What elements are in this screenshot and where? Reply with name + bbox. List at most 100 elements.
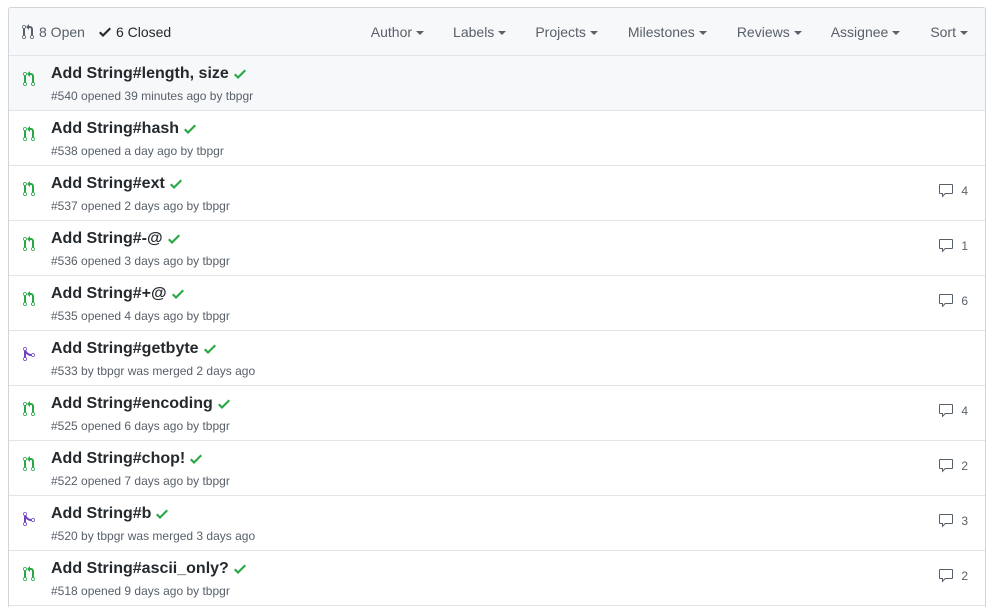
state-toggle: 8 Open 6 Closed bbox=[22, 23, 171, 40]
pull-request-list: 8 Open 6 Closed Author Labels Projects Mile… bbox=[8, 7, 986, 607]
merged-icon-wrapper bbox=[23, 511, 35, 532]
comment-count: 2 bbox=[961, 569, 968, 583]
comment-count: 6 bbox=[961, 294, 968, 308]
comment-count-link[interactable]: 2 bbox=[938, 458, 968, 474]
pull-request-meta: #538 opened a day ago by tbpgr bbox=[51, 144, 224, 158]
open-pr-icon-wrapper bbox=[23, 456, 35, 477]
comment-count-link[interactable]: 1 bbox=[938, 238, 968, 254]
status-check-icon bbox=[156, 509, 169, 519]
git-merge-icon bbox=[23, 346, 35, 361]
pull-request-row[interactable]: Add String#b #520 by tbpgr was merged 3 d… bbox=[9, 496, 985, 551]
pull-request-row[interactable]: Add String#chop! #522 opened 7 days ago b… bbox=[9, 441, 985, 496]
status-check-icon bbox=[233, 69, 246, 79]
filter-projects[interactable]: Projects bbox=[535, 24, 598, 40]
pull-request-title-text: Add String#ext bbox=[51, 175, 165, 192]
comment-count: 4 bbox=[961, 184, 968, 198]
filter-author[interactable]: Author bbox=[371, 24, 425, 40]
pull-request-row[interactable]: Add String#ascii_only? #518 opened 9 days… bbox=[9, 551, 985, 606]
pull-request-title-text: Add String#length, size bbox=[51, 65, 229, 82]
git-pull-request-icon bbox=[23, 291, 35, 306]
pull-request-title-text: Add String#ascii_only? bbox=[51, 560, 229, 577]
pull-request-row[interactable]: Add String#-@ #536 opened 3 days ago by t… bbox=[9, 221, 985, 276]
pull-request-icon bbox=[22, 23, 34, 39]
status-check-icon bbox=[190, 454, 203, 464]
filter-label: Milestones bbox=[627, 23, 695, 40]
pull-request-row[interactable]: Add String#encoding #525 opened 6 days ag… bbox=[9, 386, 985, 441]
filter-sort[interactable]: Sort bbox=[930, 24, 968, 40]
pull-request-meta: #537 opened 2 days ago by tbpgr bbox=[51, 199, 230, 213]
status-check-icon bbox=[171, 289, 184, 299]
pull-request-title-text: Add String#getbyte bbox=[51, 340, 199, 357]
caret-down-icon bbox=[698, 30, 707, 35]
status-check-icon bbox=[203, 344, 216, 354]
comment-icon bbox=[939, 569, 954, 583]
pull-request-title[interactable]: Add String#hash bbox=[51, 120, 197, 138]
git-pull-request-icon bbox=[23, 401, 35, 416]
pull-request-title-text: Add String#+@ bbox=[51, 285, 167, 302]
pull-request-meta: #525 opened 6 days ago by tbpgr bbox=[51, 419, 230, 433]
pull-request-title[interactable]: Add String#-@ bbox=[51, 230, 180, 248]
comment-icon bbox=[939, 459, 954, 473]
pull-request-row[interactable]: Add String#hash #538 opened a day ago by … bbox=[9, 111, 985, 166]
open-pr-icon-wrapper bbox=[23, 71, 35, 92]
closed-filter[interactable]: 6 Closed bbox=[98, 24, 171, 40]
pull-request-meta: #520 by tbpgr was merged 3 days ago bbox=[51, 529, 256, 543]
filter-label: Sort bbox=[930, 23, 956, 40]
pull-request-title[interactable]: Add String#b bbox=[51, 505, 169, 523]
git-pull-request-icon bbox=[23, 566, 35, 581]
comment-icon bbox=[939, 404, 954, 418]
pull-request-title[interactable]: Add String#getbyte bbox=[51, 340, 216, 358]
pull-request-row[interactable]: Add String#ext #537 opened 2 days ago by … bbox=[9, 166, 985, 221]
git-pull-request-icon bbox=[23, 126, 35, 141]
comment-count-link[interactable]: 4 bbox=[938, 403, 968, 419]
open-filter[interactable]: 8 Open bbox=[22, 23, 85, 40]
status-check-icon bbox=[184, 124, 197, 134]
pull-request-title[interactable]: Add String#+@ bbox=[51, 285, 184, 303]
merged-icon-wrapper bbox=[23, 346, 35, 367]
pull-request-title[interactable]: Add String#length, size bbox=[51, 65, 246, 83]
git-pull-request-icon bbox=[23, 456, 35, 471]
pull-request-title[interactable]: Add String#ascii_only? bbox=[51, 560, 246, 578]
pull-request-row[interactable]: Add String#length, size #540 opened 39 mi… bbox=[9, 56, 985, 111]
filter-labels[interactable]: Labels bbox=[453, 23, 507, 40]
comment-icon bbox=[939, 514, 954, 528]
pull-request-title[interactable]: Add String#encoding bbox=[51, 395, 230, 413]
status-check-icon bbox=[233, 564, 246, 574]
open-count: 8 Open bbox=[39, 23, 85, 40]
pull-request-title-text: Add String#chop! bbox=[51, 450, 186, 467]
filter-label: Projects bbox=[535, 23, 586, 40]
caret-down-icon bbox=[589, 30, 598, 35]
comment-count-link[interactable]: 2 bbox=[938, 568, 968, 584]
pull-request-row[interactable]: Add String#getbyte #533 by tbpgr was merg… bbox=[9, 331, 985, 386]
comment-count: 2 bbox=[961, 459, 968, 473]
pull-request-title-text: Add String#encoding bbox=[51, 395, 213, 412]
caret-down-icon bbox=[960, 30, 968, 35]
caret-down-icon bbox=[416, 30, 425, 35]
filter-label: Labels bbox=[453, 23, 495, 40]
pull-request-meta: #540 opened 39 minutes ago by tbpgr bbox=[51, 89, 254, 103]
filter-reviews[interactable]: Reviews bbox=[737, 24, 802, 40]
pull-request-title[interactable]: Add String#ext bbox=[51, 175, 182, 193]
comment-count-link[interactable]: 6 bbox=[938, 293, 968, 309]
comment-count: 4 bbox=[961, 404, 968, 418]
check-icon bbox=[98, 27, 111, 37]
comment-icon bbox=[939, 239, 954, 253]
caret-down-icon bbox=[498, 30, 507, 35]
pull-request-row[interactable]: Add String#+@ #535 opened 4 days ago by t… bbox=[9, 276, 985, 331]
open-pr-icon-wrapper bbox=[23, 566, 35, 587]
comment-count: 1 bbox=[961, 239, 968, 253]
pull-request-meta: #522 opened 7 days ago by tbpgr bbox=[51, 474, 230, 488]
status-check-icon bbox=[167, 234, 180, 244]
comment-count-link[interactable]: 3 bbox=[938, 513, 968, 529]
caret-down-icon bbox=[892, 30, 901, 35]
pull-request-meta: #535 opened 4 days ago by tbpgr bbox=[51, 309, 230, 323]
filter-milestones[interactable]: Milestones bbox=[628, 24, 707, 40]
open-pr-icon-wrapper bbox=[23, 401, 35, 422]
pull-request-title[interactable]: Add String#chop! bbox=[51, 450, 203, 468]
open-pr-icon-wrapper bbox=[23, 291, 35, 312]
filter-bar: Author Labels Projects Milestones Reviews Ass… bbox=[371, 8, 985, 55]
status-check-icon bbox=[217, 399, 230, 409]
pull-request-meta: #533 by tbpgr was merged 2 days ago bbox=[51, 364, 256, 378]
filter-assignee[interactable]: Assignee bbox=[831, 24, 901, 40]
comment-count-link[interactable]: 4 bbox=[938, 183, 968, 199]
